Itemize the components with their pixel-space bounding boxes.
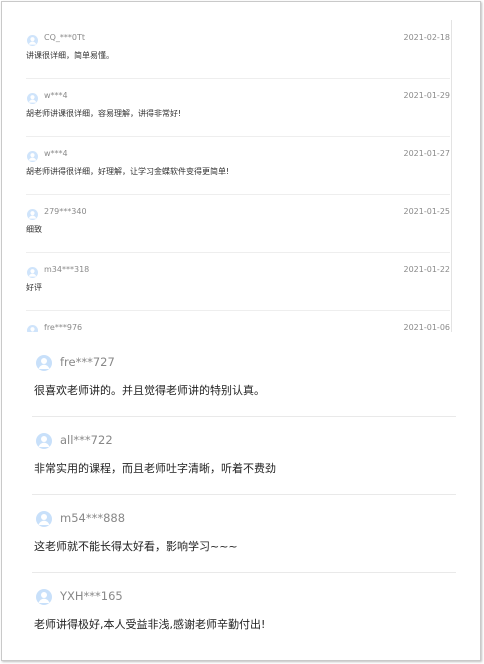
- reviewer-name: m34***318: [44, 265, 90, 274]
- review-item: w***4 2021-01-29 胡老师讲课很详细，容易理解，讲得非常好!: [26, 78, 450, 137]
- review-item: all***722 非常实用的课程，而且老师吐字清晰，听着不费劲: [32, 416, 456, 495]
- review-item: fre***976 2021-01-06: [26, 310, 450, 332]
- reviewer-name: YXH***165: [60, 589, 123, 603]
- review-item: w***4 2021-01-27 胡老师讲得很详细，好理解，让学习金蝶软件变得更…: [26, 136, 450, 195]
- reviewer-name: fre***976: [44, 323, 83, 332]
- user-avatar-icon: [27, 325, 38, 332]
- review-text: 非常实用的课程，而且老师吐字清晰，听着不费劲: [34, 462, 276, 475]
- user-avatar-icon: [27, 35, 38, 46]
- user-avatar-icon: [36, 433, 52, 449]
- review-text: 老师讲得极好,本人受益非浅,感谢老师辛勤付出!: [34, 618, 266, 631]
- review-text: 胡老师讲得很详细，好理解，让学习金蝶软件变得更简单!: [26, 167, 230, 176]
- review-text: 胡老师讲课很详细，容易理解，讲得非常好!: [26, 109, 182, 118]
- review-text: 讲课很详细，简单易懂。: [26, 51, 114, 60]
- review-text: 很喜欢老师讲的。并且觉得老师讲的特别认真。: [34, 384, 265, 397]
- review-item: m54***888 这老师就不能长得太好看，影响学习~~~: [32, 494, 456, 573]
- reviewer-name: fre***727: [60, 355, 115, 369]
- review-item: fre***727 很喜欢老师讲的。并且觉得老师讲的特别认真。: [32, 338, 456, 417]
- review-list-small[interactable]: CQ_***0Tt 2021-02-18 讲课很详细，简单易懂。 w***4 2…: [20, 20, 460, 332]
- reviewer-name: all***722: [60, 433, 113, 447]
- review-date: 2021-01-29: [403, 91, 451, 100]
- user-avatar-icon: [36, 511, 52, 527]
- review-date: 2021-01-06: [403, 323, 451, 332]
- user-avatar-icon: [27, 151, 38, 162]
- reviewer-name: CQ_***0Tt: [44, 33, 85, 42]
- review-list-large[interactable]: fre***727 很喜欢老师讲的。并且觉得老师讲的特别认真。 all***72…: [20, 338, 470, 656]
- user-avatar-icon: [36, 589, 52, 605]
- reviewer-name: m54***888: [60, 511, 126, 525]
- user-avatar-icon: [27, 209, 38, 220]
- user-avatar-icon: [36, 355, 52, 371]
- review-text: 这老师就不能长得太好看，影响学习~~~: [34, 540, 238, 553]
- user-avatar-icon: [27, 267, 38, 278]
- review-item: 279***340 2021-01-25 细致: [26, 194, 450, 253]
- reviewer-name: 279***340: [44, 207, 87, 216]
- review-date: 2021-01-22: [403, 265, 451, 274]
- review-date: 2021-01-27: [403, 149, 451, 158]
- review-date: 2021-01-25: [403, 207, 451, 216]
- reviewer-name: w***4: [44, 91, 68, 100]
- review-item: YXH***165 老师讲得极好,本人受益非浅,感谢老师辛勤付出!: [32, 572, 456, 650]
- review-text: 细致: [26, 225, 42, 234]
- screenshot-frame: CQ_***0Tt 2021-02-18 讲课很详细，简单易懂。 w***4 2…: [1, 1, 481, 661]
- scrollbar[interactable]: [451, 20, 460, 332]
- review-date: 2021-02-18: [403, 33, 451, 42]
- review-text: 好评: [26, 283, 42, 292]
- user-avatar-icon: [27, 93, 38, 104]
- review-item: CQ_***0Tt 2021-02-18 讲课很详细，简单易懂。: [26, 20, 450, 79]
- review-item: m34***318 2021-01-22 好评: [26, 252, 450, 311]
- reviewer-name: w***4: [44, 149, 68, 158]
